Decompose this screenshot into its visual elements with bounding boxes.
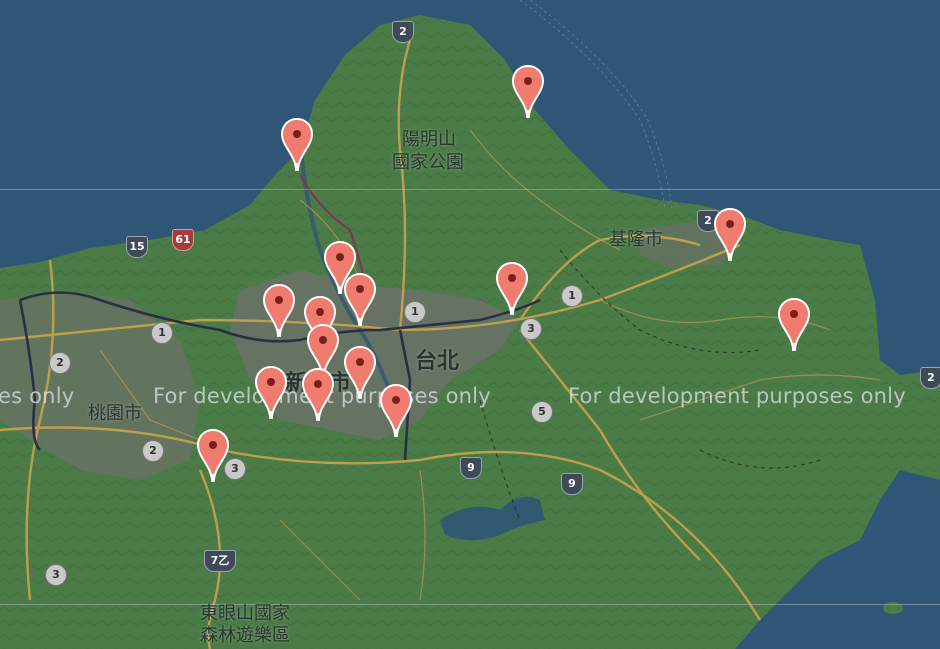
- map-view[interactable]: 陽明山 國家公園 基隆市 台北 新北市 桃園市 東眼山國家 森林遊樂區 2 15…: [0, 0, 940, 649]
- tile-seam: [0, 604, 940, 605]
- tile-seam: [0, 189, 940, 190]
- route-shield: 1: [561, 285, 583, 307]
- map-marker-pin[interactable]: [379, 383, 413, 439]
- route-shield: 3: [520, 318, 542, 340]
- route-shield: 5: [531, 401, 553, 423]
- route-shield: 2: [920, 367, 940, 389]
- marker-pin-icon: [379, 383, 413, 437]
- map-marker-pin[interactable]: [777, 297, 811, 353]
- route-shield: 15: [126, 236, 148, 258]
- place-yangmingshan: 陽明山: [402, 129, 456, 150]
- map-marker-pin[interactable]: [343, 272, 377, 328]
- watermark-text: For development purposes only: [568, 384, 906, 408]
- marker-pin-icon: [254, 365, 288, 419]
- marker-pin-icon: [343, 345, 377, 399]
- route-shield: 9: [460, 457, 482, 479]
- marker-pin-icon: [511, 64, 545, 118]
- marker-pin-icon: [196, 428, 230, 482]
- marker-pin-icon: [280, 117, 314, 171]
- map-marker-pin[interactable]: [280, 117, 314, 173]
- map-marker-pin[interactable]: [196, 428, 230, 484]
- place-keelung: 基隆市: [609, 229, 663, 250]
- marker-pin-icon: [262, 283, 296, 337]
- marker-pin-icon: [713, 207, 747, 261]
- marker-pin-icon: [495, 261, 529, 315]
- route-shield: 9: [561, 473, 583, 495]
- route-shield: 1: [151, 322, 173, 344]
- marker-pin-icon: [777, 297, 811, 351]
- map-marker-pin[interactable]: [495, 261, 529, 317]
- place-taipei: 台北: [415, 349, 460, 374]
- route-shield: 3: [45, 564, 67, 586]
- place-taoyuan: 桃園市: [88, 403, 142, 424]
- map-marker-pin[interactable]: [511, 64, 545, 120]
- map-marker-pin[interactable]: [262, 283, 296, 339]
- map-marker-pin[interactable]: [713, 207, 747, 263]
- place-dongyanshan: 東眼山國家: [200, 603, 290, 624]
- route-shield: 7乙: [204, 550, 236, 572]
- map-marker-pin[interactable]: [301, 367, 335, 423]
- map-marker-pin[interactable]: [254, 365, 288, 421]
- route-shield: 2: [142, 440, 164, 462]
- marker-pin-icon: [343, 272, 377, 326]
- place-yangmingshan-park: 國家公園: [392, 152, 464, 173]
- route-shield: 2: [49, 352, 71, 374]
- watermark-text: es only: [0, 384, 75, 408]
- route-shield: 61: [172, 229, 194, 251]
- route-shield: 2: [392, 21, 414, 43]
- place-dongyanshan-park: 森林遊樂區: [200, 625, 290, 646]
- route-shield: 1: [404, 301, 426, 323]
- map-marker-pin[interactable]: [343, 345, 377, 401]
- marker-pin-icon: [301, 367, 335, 421]
